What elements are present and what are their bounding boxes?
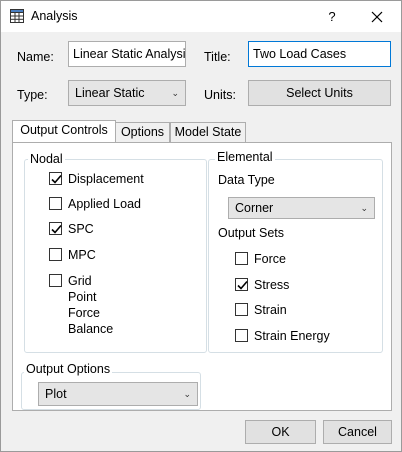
cancel-button[interactable]: Cancel bbox=[323, 420, 392, 444]
checkbox-box[interactable] bbox=[235, 329, 248, 342]
output-options-select[interactable]: Plot ⌄ bbox=[38, 382, 198, 406]
output-options-select-value: Plot bbox=[45, 387, 67, 401]
type-select[interactable]: Linear Static ⌄ bbox=[68, 80, 186, 106]
ok-button[interactable]: OK bbox=[245, 420, 316, 444]
chevron-down-icon: ⌄ bbox=[360, 203, 368, 213]
name-label: Name: bbox=[17, 50, 54, 64]
checkbox-label: SPC bbox=[68, 222, 94, 236]
select-units-button[interactable]: Select Units bbox=[248, 80, 391, 106]
output-options-title: Output Options bbox=[24, 362, 113, 376]
checkbox-label: Applied Load bbox=[68, 197, 141, 211]
checkbox-box[interactable] bbox=[49, 222, 62, 235]
checkbox-box[interactable] bbox=[235, 252, 248, 265]
elemental-group-title: Elemental bbox=[215, 150, 275, 164]
close-button[interactable] bbox=[363, 6, 391, 28]
chevron-down-icon: ⌄ bbox=[171, 88, 179, 98]
checkbox-box[interactable] bbox=[49, 172, 62, 185]
checkbox-label: Stress bbox=[254, 278, 290, 292]
checkbox-label: Strain Energy bbox=[254, 329, 330, 343]
close-icon bbox=[371, 11, 383, 23]
tab-options[interactable]: Options bbox=[115, 122, 170, 142]
check-icon bbox=[51, 174, 62, 184]
check-icon bbox=[237, 280, 248, 290]
output-controls-panel: Nodal Displacement Applied Load SPC MPC … bbox=[12, 142, 392, 411]
checkbox-label: Strain bbox=[254, 303, 287, 317]
checkbox-label: Grid Point Force Balance bbox=[68, 274, 114, 336]
data-type-label: Data Type bbox=[218, 173, 275, 187]
table-icon bbox=[10, 9, 24, 23]
checkbox-label: MPC bbox=[68, 248, 96, 262]
button-bar: OK Cancel bbox=[1, 411, 401, 451]
checkbox-box[interactable] bbox=[49, 197, 62, 210]
title-label: Title: bbox=[204, 50, 231, 64]
checkbox-box[interactable] bbox=[49, 274, 62, 287]
type-label: Type: bbox=[17, 88, 48, 102]
checkbox-box[interactable] bbox=[49, 248, 62, 261]
title-bar: Analysis ? bbox=[1, 1, 401, 32]
type-select-value: Linear Static bbox=[75, 86, 145, 100]
help-button[interactable]: ? bbox=[319, 6, 345, 28]
units-label: Units: bbox=[204, 88, 236, 102]
chevron-down-icon: ⌄ bbox=[183, 389, 191, 399]
nodal-group-title: Nodal bbox=[28, 152, 65, 166]
checkbox-label: Force bbox=[254, 252, 286, 266]
window-title: Analysis bbox=[31, 9, 78, 23]
output-sets-label: Output Sets bbox=[218, 226, 285, 240]
title-field[interactable]: Two Load Cases bbox=[248, 41, 391, 67]
name-field[interactable]: Linear Static Analysis bbox=[68, 41, 186, 67]
data-type-select-value: Corner bbox=[235, 201, 274, 215]
tab-output-controls[interactable]: Output Controls bbox=[12, 120, 116, 142]
checkbox-label: Displacement bbox=[68, 172, 144, 186]
checkbox-box[interactable] bbox=[235, 303, 248, 316]
check-icon bbox=[51, 224, 62, 234]
tab-model-state[interactable]: Model State bbox=[170, 122, 246, 142]
analysis-dialog: Analysis ? Name: Linear Static Analysis … bbox=[0, 0, 402, 452]
checkbox-box[interactable] bbox=[235, 278, 248, 291]
data-type-select[interactable]: Corner ⌄ bbox=[228, 197, 375, 219]
